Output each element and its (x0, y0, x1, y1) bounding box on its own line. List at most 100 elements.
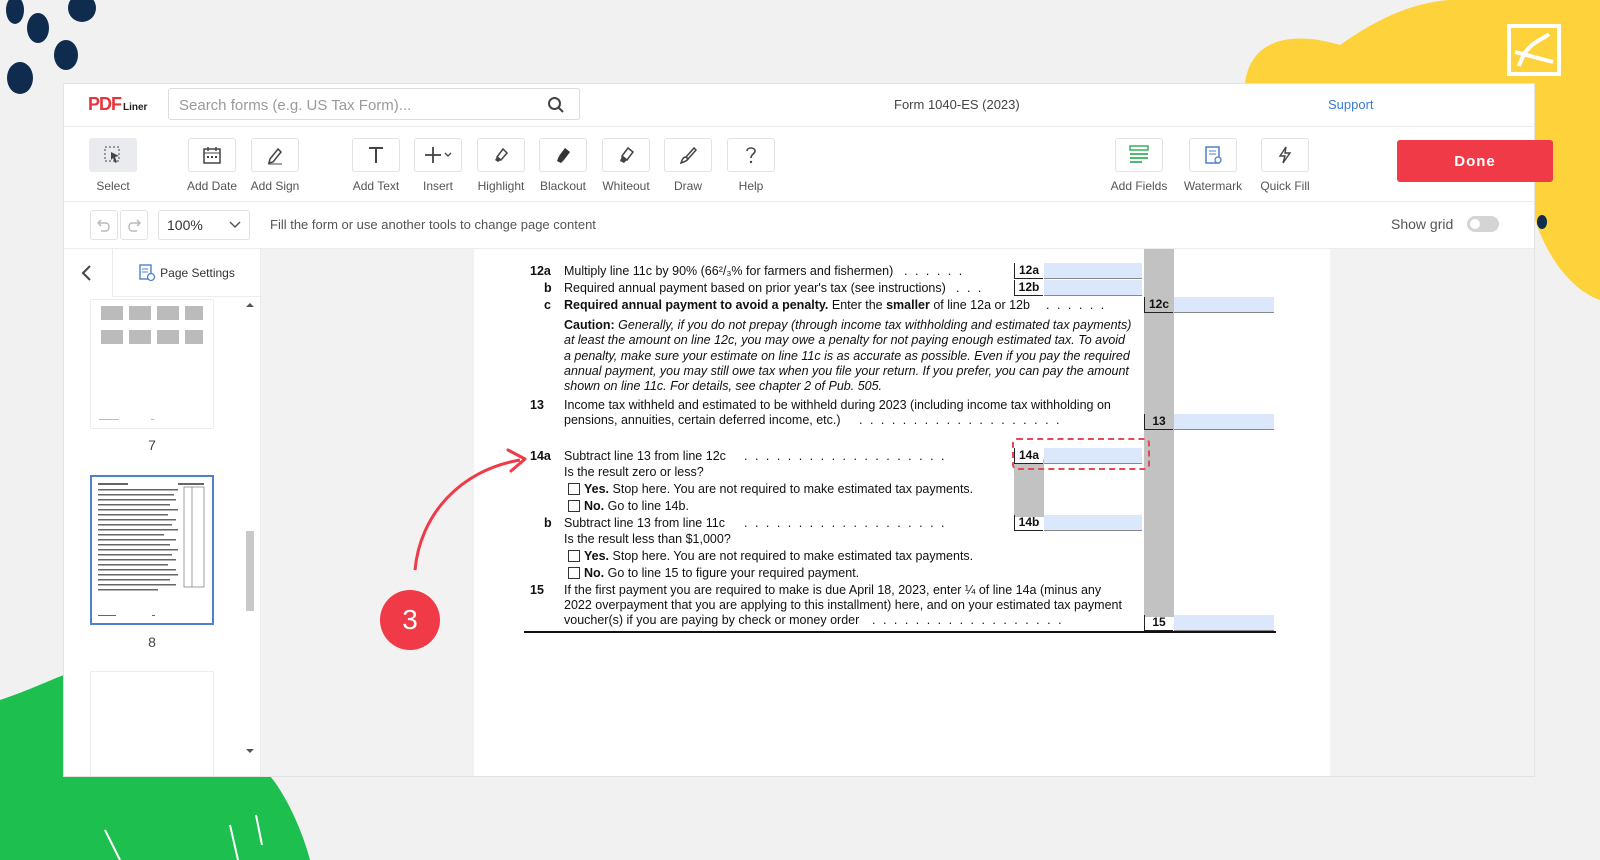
whiteout-button[interactable]: Whiteout (594, 138, 658, 193)
top-bar: PDFLiner Form 1040-ES (2023) Support (64, 84, 1534, 127)
line-14a-question: Is the result zero or less? (564, 465, 704, 479)
search-input[interactable] (177, 89, 531, 121)
draw-button[interactable]: Draw (656, 138, 720, 193)
page-thumbnail-7[interactable] (90, 299, 214, 429)
line-14b-field[interactable] (1044, 515, 1142, 531)
select-tool-button[interactable]: Select (81, 138, 145, 193)
add-date-label: Add Date (186, 179, 238, 193)
line-13-field[interactable] (1174, 414, 1274, 430)
document-title: Form 1040-ES (2023) (894, 97, 1020, 112)
select-label: Select (96, 179, 130, 193)
question-mark-icon (746, 147, 756, 164)
add-fields-button[interactable]: Add Fields (1107, 138, 1171, 193)
show-grid-label: Show grid (1391, 216, 1454, 232)
line-14b-number: b (544, 516, 552, 530)
line-12c-box-label: 12c (1144, 297, 1173, 313)
add-text-button[interactable]: Add Text (344, 138, 408, 193)
line-12c-number: c (544, 298, 551, 312)
page-number-7: 7 (148, 437, 156, 453)
app-window: PDFLiner Form 1040-ES (2023) Support Sel… (64, 84, 1553, 776)
page-settings-button[interactable]: Page Settings (112, 249, 260, 297)
caution-line-1: Caution: Generally, if you do not prepay… (564, 318, 1132, 332)
watermark-button[interactable]: Watermark (1181, 138, 1245, 193)
line-15-dots: . . . . . . . . . . . . . . . . . . (872, 613, 1064, 627)
draw-label: Draw (673, 179, 702, 193)
show-grid-toggle[interactable] (1467, 216, 1499, 232)
line-14b-question: Is the result less than $1,000? (564, 532, 731, 546)
add-date-button[interactable]: Add Date (180, 138, 244, 193)
plus-dropdown-icon (425, 147, 452, 163)
sidebar-scrollbar[interactable] (244, 301, 256, 761)
line-12c-text: Required annual payment to avoid a penal… (564, 298, 1030, 312)
scroll-up-icon[interactable] (246, 301, 254, 309)
highlight-label: Highlight (477, 179, 525, 193)
search-icon[interactable] (547, 96, 565, 114)
line-15-text-1: If the first payment you are required to… (564, 583, 1102, 597)
text-t-icon (369, 147, 383, 163)
line-13-dots: . . . . . . . . . . . . . . . . . . . (859, 413, 1062, 427)
line-14b-text: Subtract line 13 from line 11c (564, 516, 725, 530)
line-12b-number: b (544, 281, 552, 295)
scroll-down-icon[interactable] (246, 747, 254, 755)
done-button[interactable]: Done (1397, 140, 1553, 182)
pdf-page: 12a Multiply line 11c by 90% (66²/₃% for… (474, 249, 1330, 776)
editing-hint: Fill the form or use another tools to ch… (270, 217, 596, 232)
caution-line-4: annual payment, you may still owe tax wh… (564, 364, 1129, 378)
signature-pen-icon (267, 147, 283, 165)
insert-button[interactable]: Insert (406, 138, 470, 193)
redo-icon (128, 219, 142, 232)
step-number-badge: 3 (380, 590, 440, 650)
chevron-left-icon[interactable] (78, 263, 96, 283)
brush-icon (679, 146, 698, 165)
undo-button[interactable] (90, 210, 118, 240)
line-14b-yes-checkbox[interactable] (568, 550, 580, 562)
quick-fill-label: Quick Fill (1260, 179, 1310, 193)
line-12b-field[interactable] (1044, 280, 1142, 296)
add-fields-label: Add Fields (1110, 179, 1168, 193)
line-14b-no-checkbox[interactable] (568, 567, 580, 579)
line-14b-dots: . . . . . . . . . . . . . . . . . . . (744, 516, 947, 530)
page-settings-icon (139, 263, 156, 281)
page-thumbnails-sidebar: Page Settings 7 8 (64, 249, 261, 776)
line-14b-box-label: 14b (1014, 515, 1043, 531)
line-14a-dots: . . . . . . . . . . . . . . . . . . . (744, 449, 947, 463)
redo-button[interactable] (120, 210, 148, 240)
add-sign-button[interactable]: Add Sign (243, 138, 307, 193)
page-7-preview (99, 306, 203, 420)
pdfliner-logo[interactable]: PDF Liner (88, 94, 147, 115)
line-15-text-3: voucher(s) if you are paying by check or… (564, 613, 860, 627)
page-thumbnail-next[interactable] (90, 671, 214, 776)
caution-line-5: shown on line 11c. For details, see chap… (564, 379, 883, 393)
line-15-field[interactable] (1174, 615, 1274, 631)
watermark-label: Watermark (1183, 179, 1243, 193)
caution-line-2: at least the amount on line 12c, you may… (564, 333, 1126, 347)
blackout-button[interactable]: Blackout (531, 138, 595, 193)
line-12a-field[interactable] (1044, 263, 1142, 279)
blackout-label: Blackout (539, 179, 587, 193)
line-14a-yes-checkbox[interactable] (568, 483, 580, 495)
line-14a-no-checkbox[interactable] (568, 500, 580, 512)
search-box (168, 88, 580, 121)
secondary-bar: 100% Fill the form or use another tools … (64, 202, 1534, 249)
help-button[interactable]: Help (719, 138, 783, 193)
line-13-text-2: pensions, annuities, certain deferred in… (564, 413, 841, 427)
line-12b-dots: . . . (956, 281, 984, 295)
toolbar: Select Add Date Add Sign Add Text Insert… (64, 127, 1553, 202)
line-15-text-2: 2022 overpayment that you are applying t… (564, 598, 1122, 612)
quick-fill-button[interactable]: Quick Fill (1253, 138, 1317, 193)
highlight-button[interactable]: Highlight (469, 138, 533, 193)
line-14a-highlight-outline (1012, 438, 1150, 470)
page-thumbnail-8[interactable] (90, 475, 214, 625)
line-12a-number: 12a (530, 264, 551, 278)
add-text-label: Add Text (352, 179, 400, 193)
line-14b-no-text: No. Go to line 15 to figure your require… (584, 566, 860, 580)
line-15-number: 15 (530, 583, 544, 597)
line-12c-field[interactable] (1174, 297, 1274, 313)
scrollbar-thumb[interactable] (246, 531, 254, 611)
fields-list-icon (1129, 145, 1149, 163)
zoom-select[interactable]: 100% (158, 210, 250, 240)
line-14a-no-text: No. Go to line 14b. (584, 499, 689, 513)
lightning-icon (1278, 146, 1292, 164)
line-12a-dots: . . . . . . (904, 264, 965, 278)
support-link[interactable]: Support (1328, 97, 1374, 112)
